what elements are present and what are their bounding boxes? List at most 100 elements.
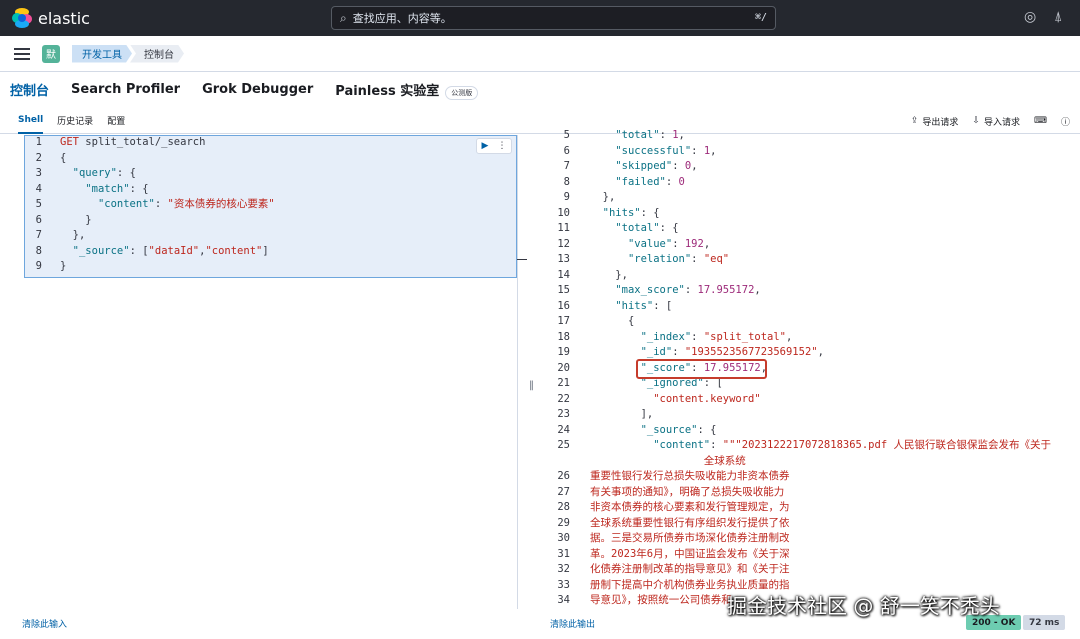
response-line-number: 15 [557,284,570,296]
beta-badge: 公测版 [445,85,479,100]
request-line-number: 5 [35,198,42,210]
response-code-line: "successful": 1, [615,144,717,157]
request-line-number: 1 [35,136,42,148]
request-code-line: "query": { [72,167,136,179]
response-code-line: ], [640,408,654,420]
elastic-logo-icon [12,8,32,28]
response-code-line: 据。三是交易所债券市场深化债券注册制改 [590,532,790,544]
play-icon[interactable]: ▶ [482,141,489,151]
help-globe-icon[interactable]: ◎ [1024,9,1036,25]
breadcrumb-console: 控制台 [130,45,184,63]
response-code-line: 全球系统重要性银行有序组织发行提供了依 [590,516,790,529]
watermark-text: 掘金技术社区 @ 舒一笑不秃头 [727,594,1000,618]
response-line-number: 9 [563,191,570,203]
search-placeholder: 查找应用、内容等。 [352,12,452,25]
clear-output-link[interactable]: 清除此输出 [550,617,595,630]
tab-painless-lab[interactable]: Painless 实验室 公测版 [335,80,479,100]
response-line-number: 24 [557,423,570,436]
resize-handle-icon[interactable]: ‖ [529,380,534,391]
subtab-history[interactable]: 历史记录 [57,108,93,134]
response-line-number: 8 [563,175,570,188]
breadcrumb-bar: 默 开发工具 控制台 [0,36,1080,72]
notifications-icon[interactable]: ⍋ [1054,9,1062,25]
request-code-line: "content": "资本债券的核心要素" [97,198,275,210]
menu-icon[interactable] [14,47,30,60]
response-code-line: "max_score": 17.955172, [615,284,761,296]
request-code-line: } [60,260,67,272]
response-code-line: "total": 1, [615,129,685,141]
response-code-line: "_source": { [640,423,717,436]
response-code-line: "content": """2023122217072818365.pdf 人民… [653,439,1051,451]
search-shortcut: ⌘/ [754,12,767,23]
tab-grok-debugger[interactable]: Grok Debugger [202,82,313,97]
response-line-number: 22 [557,392,570,405]
space-avatar[interactable]: 默 [42,44,60,63]
response-line-number: 27 [557,485,570,498]
request-line-number: 4 [35,182,42,195]
breadcrumb-dev-tools[interactable]: 开发工具 [72,45,132,63]
import-label: 导入请求 [983,117,1020,128]
response-code-line: 重要性银行发行总损失吸收能力非资本债券 [590,470,790,482]
import-icon: ⇩ [972,116,980,126]
tab-console[interactable]: 控制台 [10,80,49,99]
duration-badge: 72 ms [1023,615,1066,630]
response-line-number: 17 [557,315,570,327]
response-line-number: 10 [557,206,570,219]
clear-input-link[interactable]: 清除此输入 [22,617,67,630]
response-line-number: 18 [557,330,570,343]
request-actions: ▶ ⋮ [476,138,512,154]
elastic-logo[interactable]: elastic [12,8,90,28]
request-line-number: 6 [35,213,42,226]
response-line-number: 23 [557,408,570,420]
request-code-line: "match": { [85,182,149,195]
tab-search-profiler[interactable]: Search Profiler [71,82,180,97]
import-requests-button[interactable]: ⇩ 导入请求 [972,115,1020,128]
response-code-line: "_index": "split_total", [640,330,793,343]
response-code-line: "value": 192, [627,237,711,250]
more-options-icon[interactable]: ⋮ [497,141,506,151]
response-line-number: 12 [557,237,570,250]
request-line-number: 3 [35,167,42,179]
response-line-number: 14 [557,268,570,281]
keyboard-shortcuts-icon[interactable]: ⌨ [1034,116,1047,126]
tab-painless-lab-label: Painless 实验室 [335,83,440,99]
subtab-config[interactable]: 配置 [107,108,125,134]
response-line-number: 11 [557,222,570,234]
response-code-line: 化债券注册制改革的指导意见》和《关于注 [590,563,790,575]
response-code-line: "skipped": 0, [615,160,698,172]
response-code-line: }, [602,191,616,203]
response-code-line: 有关事项的通知》，明确了总损失吸收能力 [590,485,785,498]
response-code-line: "hits": { [602,206,660,219]
request-line-number: 8 [35,244,42,257]
response-code-line: 革。2023年6月，中国证监会发布《关于深 [590,547,790,560]
request-line-number: 9 [35,260,42,272]
dev-tools-tabs: 控制台 Search Profiler Grok Debugger Painle… [0,72,1080,106]
response-line-number: 25 [557,439,570,451]
response-line-number: 20 [557,361,570,374]
response-line-number: 26 [557,470,570,482]
response-code-line: { [627,315,635,327]
response-line-number: 34 [557,594,570,606]
response-code-line: 非资本债券的核心要素和发行管理规定，为 [590,501,790,513]
help-icon[interactable]: ⓘ [1061,115,1070,128]
response-line-number: 21 [557,377,570,389]
subtab-shell[interactable]: Shell [18,108,44,134]
response-line-number: 32 [557,563,570,575]
request-code-line: } [85,213,92,226]
response-code-line: "hits": [ [615,299,673,312]
response-code-line: }, [615,268,628,281]
response-line-number: 19 [557,346,570,358]
export-label: 导出请求 [922,117,959,128]
response-code-line: 全球系统 [590,454,746,467]
response-code-line: 导意见》，按照统一公司债券和 [590,594,732,606]
response-line-number: 30 [557,532,570,544]
response-line-number: 13 [557,253,570,265]
resize-indicator [517,259,527,260]
export-requests-button[interactable]: ⇪ 导出请求 [911,115,959,128]
global-search-input[interactable]: ⌕ 查找应用、内容等。 ⌘/ [331,6,776,30]
console-actions: ⇪ 导出请求 ⇩ 导入请求 ⌨ ⓘ [897,108,1070,134]
brand-name: elastic [38,8,90,28]
top-header: elastic ⌕ 查找应用、内容等。 ⌘/ ◎ ⍋ [0,0,1080,36]
response-line-number: 6 [563,144,570,157]
request-code-line: { [60,151,67,164]
